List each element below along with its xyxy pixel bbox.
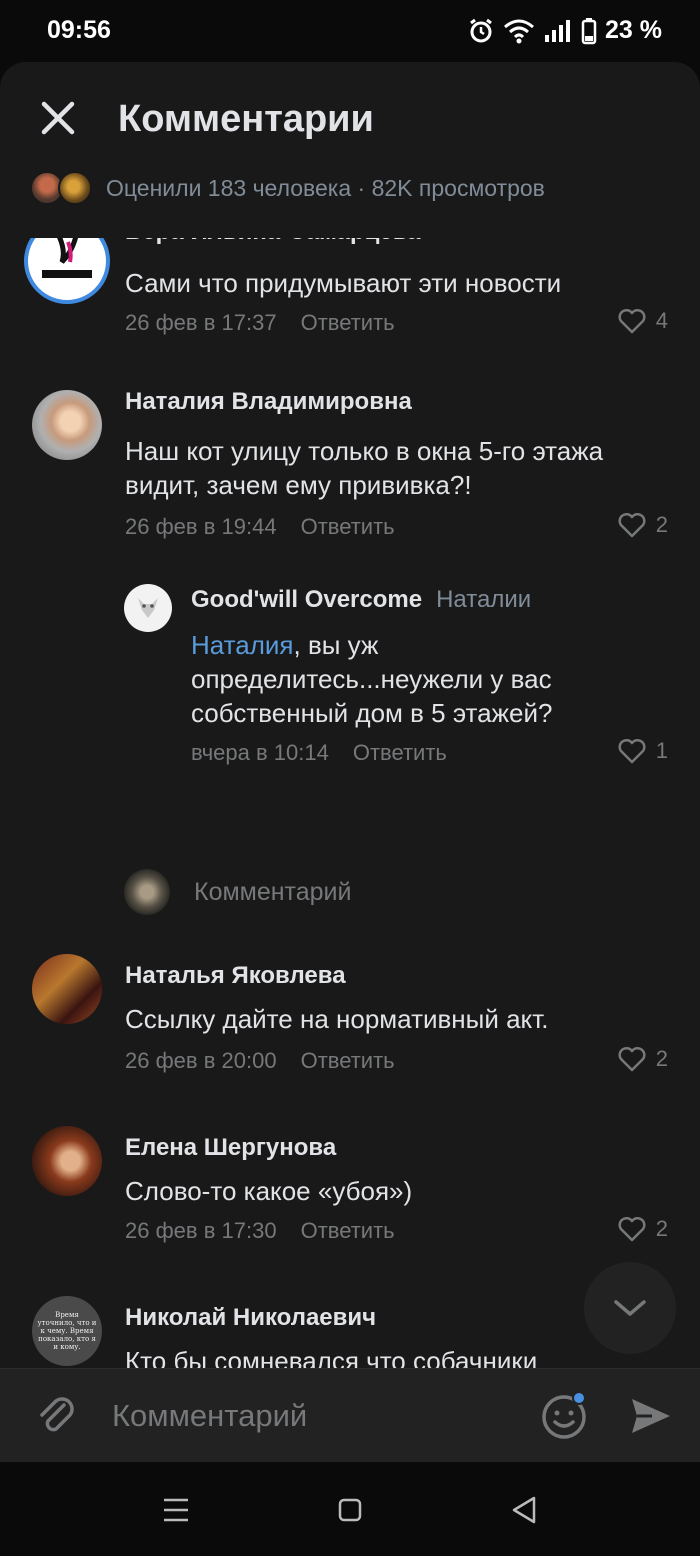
like-count: 2 (655, 512, 668, 537)
emoji-button[interactable] (540, 1391, 588, 1441)
reply-prompt[interactable]: Комментарий (124, 868, 351, 916)
comment-meta: вчера в 10:14 Ответить (191, 740, 447, 766)
comment-item: Наталья Яковлева Ссылку дайте на нормати… (0, 954, 700, 1094)
liker-avatars (30, 171, 94, 205)
like-count: 2 (655, 1216, 668, 1241)
comment-meta: 26 фев в 17:37 Ответить (125, 310, 395, 336)
reply-button[interactable]: Ответить (301, 514, 395, 539)
comment-author[interactable]: Наталья Яковлева (125, 962, 346, 990)
like-button[interactable]: 2 (618, 1046, 668, 1072)
heart-icon (618, 1216, 646, 1242)
comment-author[interactable]: Вера Ильина-Самарцева (125, 238, 421, 246)
like-button[interactable]: 4 (618, 308, 668, 334)
reply-button[interactable]: Ответить (301, 1048, 395, 1073)
reply-to: Наталии (436, 586, 532, 613)
comment-list: Вера Ильина-Самарцева Сами что придумыва… (0, 238, 700, 1368)
battery-icon (581, 17, 597, 44)
comment-meta: 26 фев в 20:00 Ответить (125, 1048, 395, 1074)
status-bar: 09:56 23 % (0, 0, 700, 62)
header: Комментарии (0, 62, 700, 174)
avatar[interactable] (32, 390, 102, 460)
comment-date: 26 фев в 19:44 (125, 514, 277, 539)
notification-dot (572, 1391, 586, 1405)
comment-date: 26 фев в 17:37 (125, 310, 277, 335)
comment-text: Наталия, вы уж определитесь...неужели у … (191, 628, 661, 730)
close-icon[interactable] (38, 98, 78, 138)
own-avatar (124, 869, 170, 915)
avatar-quote-text: Время уточнило, что и к чему. Время пока… (37, 1311, 97, 1351)
scroll-down-button[interactable] (584, 1262, 676, 1354)
wifi-icon (504, 19, 534, 43)
comment-author[interactable]: Николай Николаевич (125, 1304, 376, 1332)
likes-summary[interactable]: Оценили 183 человека · 82K просмотров (30, 170, 545, 206)
send-icon[interactable] (628, 1393, 674, 1439)
comments-sheet: Комментарии Оценили 183 человека · 82K п… (0, 62, 700, 1368)
reply-button[interactable]: Ответить (301, 1218, 395, 1243)
comment-date: вчера в 10:14 (191, 740, 329, 765)
comment-input[interactable] (112, 1391, 512, 1441)
status-icons: 23 % (467, 16, 662, 45)
dog-avatar-icon (138, 598, 158, 618)
like-button[interactable]: 2 (618, 512, 668, 538)
comment-meta: 26 фев в 19:44 Ответить (125, 514, 395, 540)
heart-icon (618, 1046, 646, 1072)
reply-button[interactable]: Ответить (301, 310, 395, 335)
chevron-down-icon (614, 1300, 646, 1316)
comment-item: Наталия Владимировна Наш кот улицу тольк… (0, 388, 700, 568)
comment-composer (0, 1368, 700, 1462)
comment-date: 26 фев в 17:30 (125, 1218, 277, 1243)
comment-meta: 26 фев в 17:30 Ответить (125, 1218, 395, 1244)
author-name[interactable]: Good'will Overcome (191, 586, 422, 613)
heart-icon (618, 512, 646, 538)
reply-button[interactable]: Ответить (353, 740, 447, 765)
avatar[interactable] (124, 584, 172, 632)
reply-prompt-placeholder: Комментарий (194, 877, 352, 906)
comment-text: Наш кот улицу только в окна 5-го этажа в… (125, 436, 604, 500)
comment-text: Ссылку дайте на нормативный акт. (125, 1004, 549, 1034)
like-count: 2 (655, 1046, 668, 1071)
system-nav-bar (0, 1462, 700, 1556)
comment-date: 26 фев в 20:00 (125, 1048, 277, 1073)
back-icon[interactable] (508, 1494, 540, 1526)
comment-author[interactable]: Елена Шергунова (125, 1134, 336, 1162)
comment-author[interactable]: Наталия Владимировна (125, 388, 412, 416)
comment-item: Елена Шергунова Слово-то какое «убоя») 2… (0, 1126, 700, 1266)
like-button[interactable]: 2 (618, 1216, 668, 1242)
recent-apps-icon[interactable] (160, 1494, 192, 1526)
alarm-icon (470, 18, 492, 42)
versa-style-logo (42, 238, 92, 278)
battery-percent: 23 % (605, 16, 662, 44)
heart-icon (618, 308, 646, 334)
avatar[interactable] (32, 1126, 102, 1196)
comment-text: Слово-то какое «убоя») (125, 1176, 413, 1206)
like-count: 4 (655, 308, 668, 333)
heart-icon (618, 738, 646, 764)
liker-avatar (58, 171, 92, 205)
paperclip-icon[interactable] (34, 1393, 80, 1439)
avatar[interactable] (24, 238, 110, 304)
avatar[interactable] (32, 954, 102, 1024)
reply-comment-item: Good'will Overcome Наталии Наталия, вы уж… (0, 580, 700, 780)
likes-views-text: Оценили 183 человека · 82K просмотров (106, 174, 545, 201)
status-time: 09:56 (47, 16, 111, 44)
signal-icon (545, 19, 571, 42)
like-button[interactable]: 1 (618, 738, 668, 764)
avatar[interactable]: Время уточнило, что и к чему. Время пока… (32, 1296, 102, 1366)
mention-link[interactable]: Наталия (191, 630, 294, 660)
comment-text: Сами что придумывают эти новости (125, 268, 562, 298)
comment-item: Вера Ильина-Самарцева Сами что придумыва… (0, 238, 700, 358)
comment-author[interactable]: Good'will Overcome Наталии (191, 586, 531, 614)
comment-text: Кто бы сомневался что собачники зависимы… (125, 1346, 538, 1368)
page-title: Комментарии (118, 98, 374, 140)
home-icon[interactable] (334, 1494, 366, 1526)
like-count: 1 (655, 738, 668, 763)
